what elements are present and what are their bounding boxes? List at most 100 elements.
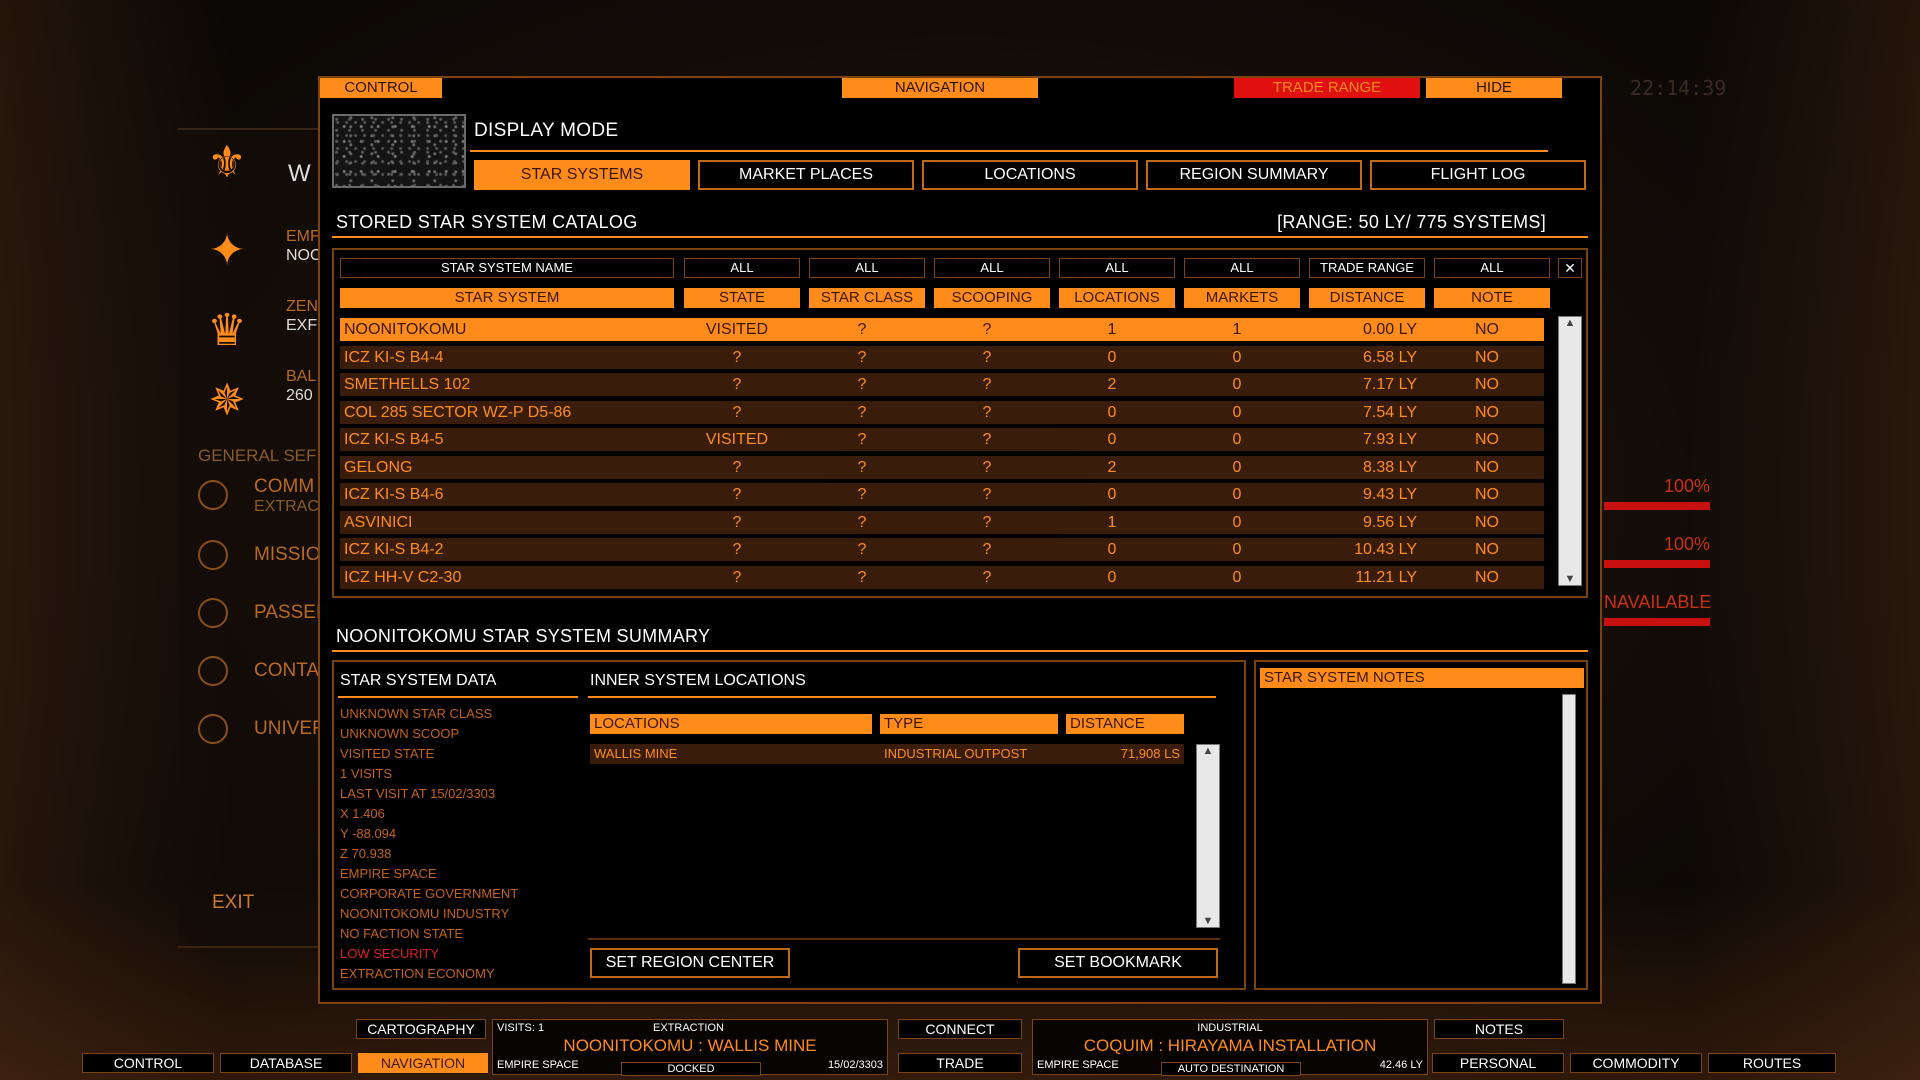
col-markets[interactable]: MARKETS bbox=[1184, 288, 1300, 308]
notes-scrollbar[interactable] bbox=[1562, 694, 1576, 984]
loc-col-type[interactable]: TYPE bbox=[880, 714, 1058, 734]
hud-notes-button[interactable]: NOTES bbox=[1434, 1019, 1564, 1039]
col-scooping[interactable]: SCOOPING bbox=[934, 288, 1050, 308]
table-row[interactable]: GELONG??? 2 0 8.38 LY NO bbox=[340, 454, 1550, 482]
catalog-range: [RANGE: 50 LY/ 775 SYSTEMS] bbox=[1277, 212, 1546, 232]
bottom-tab-routes[interactable]: ROUTES bbox=[1708, 1053, 1836, 1073]
loc-col-distance[interactable]: DISTANCE bbox=[1066, 714, 1184, 734]
bottom-tab-navigation[interactable]: NAVIGATION bbox=[358, 1053, 488, 1073]
cell-scooping: ? bbox=[982, 486, 992, 503]
cell-distance: 11.21 LY bbox=[1355, 568, 1417, 586]
set-bookmark-button[interactable]: SET BOOKMARK bbox=[1018, 948, 1218, 978]
scroll-up-icon[interactable]: ▲ bbox=[1559, 317, 1581, 329]
clear-filter-button[interactable]: ✕ bbox=[1558, 258, 1582, 278]
cell-scooping: ? bbox=[982, 541, 992, 558]
col-locations[interactable]: LOCATIONS bbox=[1059, 288, 1175, 308]
tab-locations[interactable]: LOCATIONS bbox=[922, 160, 1138, 190]
table-row[interactable]: ICZ KI-S B4-6??? 0 0 9.43 LY NO bbox=[340, 481, 1550, 509]
menu-contacts[interactable]: CONTA bbox=[254, 660, 319, 682]
tab-region-summary[interactable]: REGION SUMMARY bbox=[1146, 160, 1362, 190]
notes-panel: STAR SYSTEM NOTES bbox=[1254, 660, 1588, 990]
hud-dest-space: EMPIRE SPACE bbox=[1037, 1059, 1119, 1071]
exit-button[interactable]: EXIT bbox=[212, 892, 254, 914]
cell-name: ICZ KI-S B4-5 bbox=[344, 431, 444, 448]
top-navigation-button[interactable]: NAVIGATION bbox=[842, 78, 1038, 98]
filter-note[interactable]: ALL bbox=[1434, 258, 1550, 278]
scroll-down-icon[interactable]: ▼ bbox=[1559, 573, 1581, 585]
right-status-pct-2: 100% bbox=[1663, 534, 1710, 554]
hud-cartography-button[interactable]: CARTOGRAPHY bbox=[356, 1019, 486, 1039]
cell-name: SMETHELLS 102 bbox=[344, 376, 471, 393]
table-row[interactable]: ASVINICI??? 1 0 9.56 LY NO bbox=[340, 509, 1550, 537]
tab-star-systems[interactable]: STAR SYSTEMS bbox=[474, 160, 690, 190]
hud-economy: EXTRACTION bbox=[653, 1022, 724, 1034]
bottom-tab-control[interactable]: CONTROL bbox=[82, 1053, 214, 1073]
cell-locations: 0 bbox=[1107, 486, 1117, 503]
cell-locations: 2 bbox=[1107, 376, 1117, 393]
bottom-tab-database[interactable]: DATABASE bbox=[220, 1053, 352, 1073]
filter-state[interactable]: ALL bbox=[684, 258, 800, 278]
cell-state: ? bbox=[732, 568, 742, 586]
table-row[interactable]: ICZ HH-V C2-30??? 0 0 11.21 LY NO bbox=[340, 564, 1550, 592]
table-row[interactable]: ICZ KI-S B4-5 VISITED?? 0 0 7.93 LY NO bbox=[340, 426, 1550, 454]
bottom-tab-personal[interactable]: PERSONAL bbox=[1432, 1053, 1564, 1073]
loc-scroll-up-icon[interactable]: ▲ bbox=[1197, 745, 1219, 757]
cell-note: NO bbox=[1475, 458, 1499, 476]
filter-star-class[interactable]: ALL bbox=[809, 258, 925, 278]
data-line: EMPIRE SPACE bbox=[340, 866, 437, 881]
top-trade-range-button[interactable]: TRADE RANGE bbox=[1234, 78, 1420, 98]
notes-textarea[interactable] bbox=[1262, 694, 1558, 984]
loc-col-locations[interactable]: LOCATIONS bbox=[590, 714, 872, 734]
filter-locations[interactable]: ALL bbox=[1059, 258, 1175, 278]
catalog-divider bbox=[332, 236, 1588, 238]
filter-star-system-name[interactable]: STAR SYSTEM NAME bbox=[340, 258, 674, 278]
cell-star-class: ? bbox=[857, 486, 867, 503]
tab-market-places[interactable]: MARKET PLACES bbox=[698, 160, 914, 190]
table-row[interactable]: SMETHELLS 102??? 2 0 7.17 LY NO bbox=[340, 371, 1550, 399]
hud-dest-economy: INDUSTRIAL bbox=[1197, 1022, 1263, 1034]
cell-star-class: ? bbox=[857, 541, 867, 558]
table-row[interactable]: NOONITOKOMU VISITED?? 1 1 0.00 LY NO bbox=[340, 316, 1550, 344]
col-state[interactable]: STATE bbox=[684, 288, 800, 308]
right-status-bar-1 bbox=[1604, 502, 1710, 510]
col-star-class[interactable]: STAR CLASS bbox=[809, 288, 925, 308]
cell-distance: 7.17 LY bbox=[1363, 376, 1417, 393]
data-line: NO FACTION STATE bbox=[340, 926, 464, 941]
top-control-button[interactable]: CONTROL bbox=[320, 78, 442, 98]
locations-scrollbar[interactable]: ▲ ▼ bbox=[1196, 744, 1220, 928]
left-partial-rank3: BAL bbox=[286, 368, 317, 385]
contacts-icon bbox=[198, 656, 228, 686]
tab-flight-log[interactable]: FLIGHT LOG bbox=[1370, 160, 1586, 190]
hud-docked-status: DOCKED bbox=[621, 1062, 761, 1076]
cell-note: NO bbox=[1475, 321, 1499, 338]
location-type: INDUSTRIAL OUTPOST bbox=[884, 746, 1028, 761]
cell-note: NO bbox=[1475, 376, 1499, 393]
col-note[interactable]: NOTE bbox=[1434, 288, 1550, 308]
table-row[interactable]: ICZ KI-S B4-4??? 0 0 6.58 LY NO bbox=[340, 344, 1550, 372]
menu-missions[interactable]: MISSIO bbox=[254, 544, 321, 566]
filter-markets[interactable]: ALL bbox=[1184, 258, 1300, 278]
col-star-system[interactable]: STAR SYSTEM bbox=[340, 288, 674, 308]
hud-trade-button[interactable]: TRADE bbox=[898, 1053, 1022, 1073]
hud-connect-button[interactable]: CONNECT bbox=[898, 1019, 1022, 1039]
table-row[interactable]: ICZ KI-S B4-2??? 0 0 10.43 LY NO bbox=[340, 536, 1550, 564]
table-row[interactable]: COL 285 SECTOR WZ-P D5-86??? 0 0 7.54 LY NO bbox=[340, 399, 1550, 427]
location-row[interactable]: WALLIS MINE INDUSTRIAL OUTPOST 71,908 LS bbox=[590, 744, 1184, 764]
cell-name: NOONITOKOMU bbox=[344, 321, 467, 338]
cell-star-class: ? bbox=[857, 568, 867, 586]
bottom-tab-commodity[interactable]: COMMODITY bbox=[1570, 1053, 1702, 1073]
filter-scooping[interactable]: ALL bbox=[934, 258, 1050, 278]
navigation-window: CONTROL NAVIGATION TRADE RANGE HIDE DISP… bbox=[318, 76, 1602, 1004]
cell-locations: 2 bbox=[1107, 458, 1117, 476]
loc-scroll-down-icon[interactable]: ▼ bbox=[1197, 915, 1219, 927]
right-status-bar-2 bbox=[1604, 560, 1710, 568]
top-hide-button[interactable]: HIDE bbox=[1426, 78, 1562, 98]
hud-dest-status: AUTO DESTINATION bbox=[1161, 1062, 1301, 1076]
filter-distance[interactable]: TRADE RANGE bbox=[1309, 258, 1425, 278]
col-distance[interactable]: DISTANCE bbox=[1309, 288, 1425, 308]
set-region-center-button[interactable]: SET REGION CENTER bbox=[590, 948, 790, 978]
hud-destination: INDUSTRIAL COQUIM : HIRAYAMA INSTALLATIO… bbox=[1032, 1019, 1428, 1076]
catalog-scrollbar[interactable]: ▲ ▼ bbox=[1558, 316, 1582, 586]
menu-universal[interactable]: UNIVER bbox=[254, 718, 326, 740]
cell-distance: 9.56 LY bbox=[1363, 513, 1417, 531]
